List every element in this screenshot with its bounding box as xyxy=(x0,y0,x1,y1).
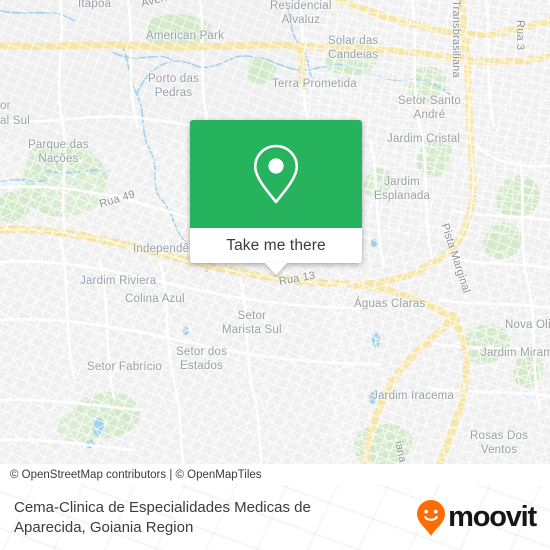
popup-card-tail xyxy=(265,263,287,275)
map-pin-icon xyxy=(253,144,299,204)
footer-bar: Cema-Clinica de Especialidades Medicas d… xyxy=(0,485,550,550)
map-attribution-bar: © OpenStreetMap contributors | © OpenMap… xyxy=(0,464,550,485)
map-popup-card[interactable]: Take me there xyxy=(190,120,362,275)
screenshot-root: ItapoãAvenida V-8American ParkResidencia… xyxy=(0,0,550,550)
moovit-brand[interactable]: moovit xyxy=(416,499,537,537)
moovit-wordmark: moovit xyxy=(448,501,537,533)
popup-card-action[interactable]: Take me there xyxy=(190,228,362,263)
map-attribution-text: © OpenStreetMap contributors | © OpenMap… xyxy=(10,468,262,481)
place-title: Cema-Clinica de Especialidades Medicas d… xyxy=(14,498,311,536)
take-me-there-label: Take me there xyxy=(226,236,326,254)
popup-card-header xyxy=(190,120,362,228)
moovit-smiley-pin-icon xyxy=(417,499,446,536)
map-block-texture-4 xyxy=(330,250,550,485)
popup-card-body[interactable]: Take me there xyxy=(190,120,362,263)
